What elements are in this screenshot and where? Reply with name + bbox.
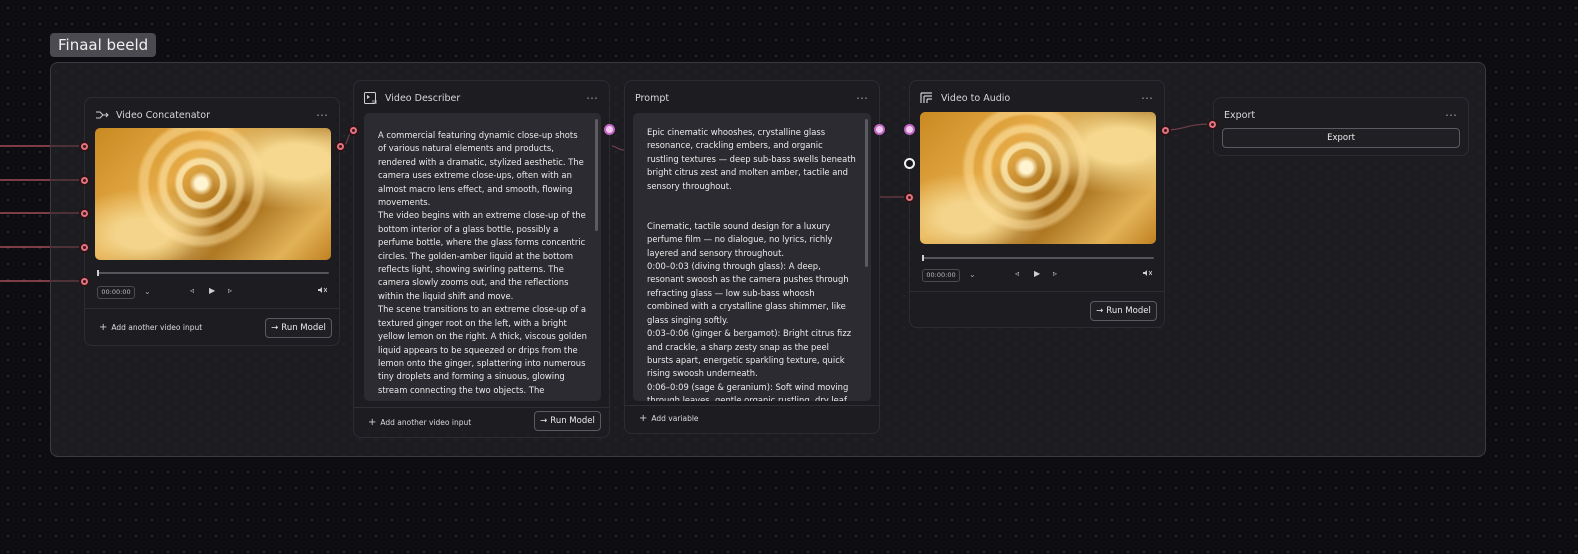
chevron-down-icon[interactable]: ⌄: [144, 287, 151, 296]
export-input-handle[interactable]: [1207, 119, 1218, 130]
node-header: Video Describer ⋯: [364, 89, 599, 107]
divider: [354, 407, 609, 408]
previous-frame-icon[interactable]: ◃: [1015, 269, 1019, 278]
more-options-icon[interactable]: ⋯: [316, 108, 329, 122]
play-icon[interactable]: ▶: [209, 286, 215, 295]
previous-frame-icon[interactable]: ◃: [190, 286, 194, 295]
add-video-input-button[interactable]: + Add another video input: [368, 417, 471, 428]
video-to-audio-node[interactable]: Video to Audio ⋯ 00:00:00 ⌄ ◃ ▶ ▹ → Run …: [909, 80, 1165, 328]
video-text-icon: [364, 92, 378, 104]
divider: [625, 405, 879, 406]
video-describer-node[interactable]: Video Describer ⋯ A commercial featuring…: [353, 80, 610, 438]
audio-waveform-icon: [920, 92, 934, 104]
add-video-input-button[interactable]: + Add another video input: [99, 322, 202, 333]
description-text: A commercial featuring dynamic close-up …: [378, 130, 587, 395]
more-options-icon[interactable]: ⋯: [856, 91, 869, 105]
divider: [85, 308, 339, 309]
prompt-node[interactable]: Prompt ⋯ Epic cinematic whooshes, crysta…: [624, 80, 880, 434]
run-model-button[interactable]: → Run Model: [265, 318, 332, 338]
node-header: Video Concatenator ⋯: [95, 106, 329, 124]
timecode-field[interactable]: 00:00:00: [97, 286, 135, 299]
next-frame-icon[interactable]: ▹: [1053, 269, 1057, 278]
add-variable-button[interactable]: + Add variable: [639, 413, 699, 424]
input-handle-2[interactable]: [79, 175, 90, 186]
divider: [910, 291, 1164, 292]
more-options-icon[interactable]: ⋯: [1445, 108, 1458, 122]
prompt-output-handle[interactable]: [874, 124, 885, 135]
video-timeline[interactable]: [97, 270, 329, 276]
describer-output-handle[interactable]: [604, 124, 615, 135]
playback-controls: 00:00:00 ⌄ ◃ ▶ ▹: [922, 269, 1154, 283]
input-handle-3[interactable]: [79, 208, 90, 219]
mute-icon[interactable]: [318, 286, 328, 296]
scrollbar[interactable]: [865, 119, 868, 267]
more-options-icon[interactable]: ⋯: [1141, 91, 1154, 105]
audio-video-input-handle[interactable]: [904, 192, 915, 203]
input-handle-5[interactable]: [79, 276, 90, 287]
arrow-right-icon: →: [1096, 306, 1104, 316]
input-handle-1[interactable]: [79, 141, 90, 152]
node-title: Video to Audio: [941, 92, 1011, 104]
describer-input-handle[interactable]: [348, 125, 359, 136]
add-input-label: Add another video input: [380, 418, 472, 427]
description-output[interactable]: A commercial featuring dynamic close-up …: [364, 113, 601, 401]
chevron-down-icon[interactable]: ⌄: [969, 270, 976, 279]
arrow-right-icon: →: [540, 416, 548, 426]
run-model-label: Run Model: [550, 416, 595, 426]
node-header: Prompt ⋯: [635, 89, 869, 107]
mute-icon[interactable]: [1143, 269, 1153, 279]
add-input-label: Add another video input: [111, 323, 203, 332]
concatenate-icon: [95, 109, 109, 121]
prompt-textarea[interactable]: Epic cinematic whooshes, crystalline gla…: [633, 113, 871, 401]
playback-controls: 00:00:00 ⌄ ◃ ▶ ▹: [97, 286, 329, 300]
play-icon[interactable]: ▶: [1034, 269, 1040, 278]
video-timeline[interactable]: [922, 255, 1154, 261]
node-title: Video Describer: [385, 92, 461, 104]
video-preview[interactable]: [920, 112, 1156, 244]
run-model-label: Run Model: [281, 323, 326, 333]
node-title: Video Concatenator: [116, 109, 211, 121]
add-variable-label: Add variable: [651, 414, 699, 423]
prompt-text: Epic cinematic whooshes, crystalline gla…: [647, 127, 856, 401]
run-model-button[interactable]: → Run Model: [534, 411, 601, 431]
scrollbar[interactable]: [595, 119, 598, 231]
plus-icon: +: [639, 413, 648, 424]
concatenator-output-handle[interactable]: [335, 141, 346, 152]
timecode-field[interactable]: 00:00:00: [922, 269, 960, 282]
node-title: Export: [1224, 109, 1256, 121]
export-button[interactable]: Export: [1222, 128, 1460, 148]
next-frame-icon[interactable]: ▹: [228, 286, 232, 295]
export-node[interactable]: Export ⋯ Export: [1213, 97, 1469, 156]
audio-output-handle[interactable]: [1160, 125, 1171, 136]
audio-prompt-input-handle[interactable]: [904, 124, 915, 135]
group-label[interactable]: Finaal beeld: [50, 33, 157, 57]
run-model-button[interactable]: → Run Model: [1090, 301, 1157, 321]
arrow-right-icon: →: [271, 323, 279, 333]
video-concatenator-node[interactable]: Video Concatenator ⋯ 00:00:00 ⌄ ◃ ▶ ▹ + …: [84, 97, 340, 346]
audio-optional-input-handle[interactable]: [904, 158, 915, 169]
run-model-label: Run Model: [1106, 306, 1151, 316]
plus-icon: +: [368, 417, 377, 428]
node-header: Export ⋯: [1224, 106, 1458, 124]
plus-icon: +: [99, 322, 108, 333]
node-header: Video to Audio ⋯: [920, 89, 1154, 107]
video-preview[interactable]: [95, 128, 331, 260]
node-title: Prompt: [635, 92, 670, 104]
more-options-icon[interactable]: ⋯: [586, 91, 599, 105]
input-handle-4[interactable]: [79, 242, 90, 253]
